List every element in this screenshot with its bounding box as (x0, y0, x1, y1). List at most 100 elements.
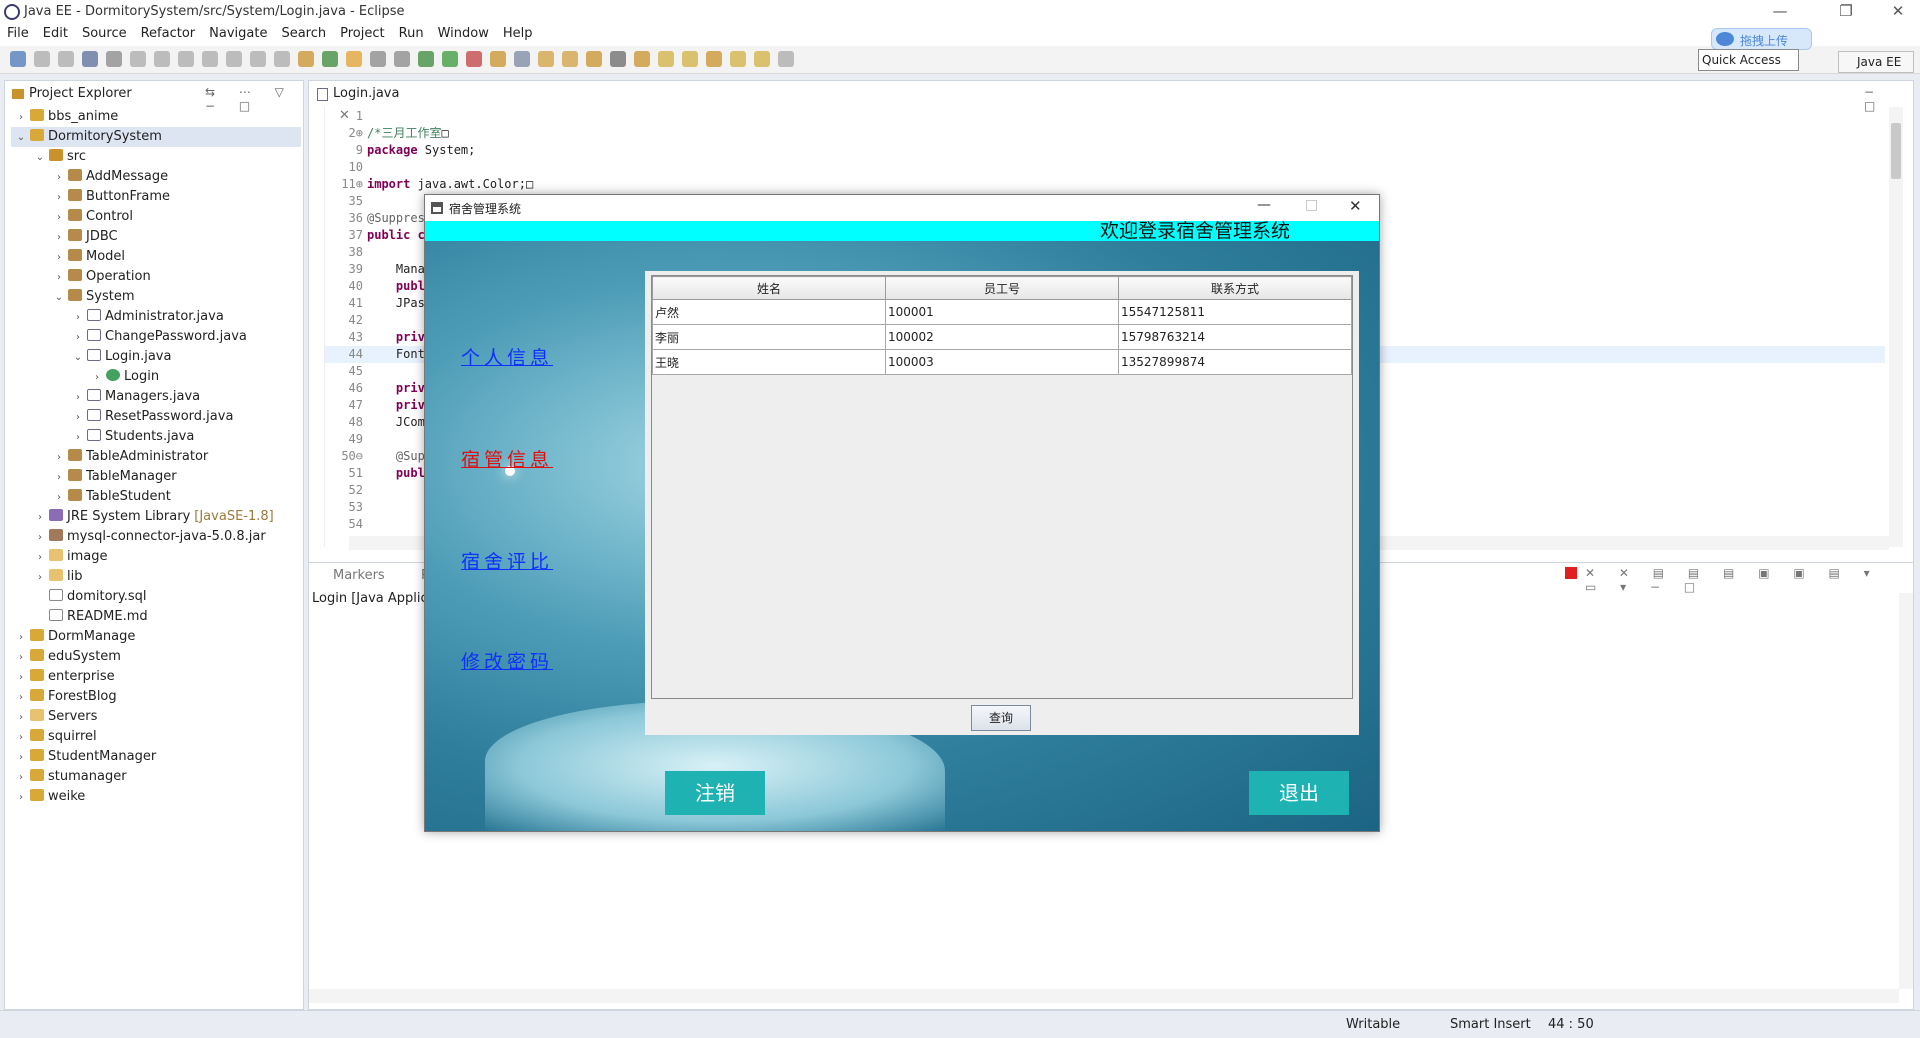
chevron-right-icon[interactable]: › (53, 168, 65, 188)
toolbar-icon[interactable] (754, 51, 770, 67)
chevron-right-icon[interactable]: › (15, 708, 27, 728)
table-cell[interactable]: 100001 (885, 299, 1119, 325)
chevron-right-icon[interactable]: › (72, 328, 84, 348)
menu-help[interactable]: Help (496, 24, 540, 44)
chevron-down-icon[interactable]: ⌄ (15, 128, 27, 148)
toolbar-icon[interactable] (442, 51, 458, 67)
console-horizontal-scrollbar[interactable] (309, 989, 1899, 1003)
chevron-right-icon[interactable]: › (15, 728, 27, 748)
nav-link[interactable]: 修改密码 (461, 647, 553, 674)
toolbar-icon[interactable] (106, 51, 122, 67)
toolbar-icon[interactable] (514, 51, 530, 67)
toolbar-icon[interactable] (346, 51, 362, 67)
chevron-right-icon[interactable]: › (34, 528, 46, 548)
toolbar-icon[interactable] (706, 51, 722, 67)
menu-navigate[interactable]: Navigate (202, 24, 274, 44)
menu-source[interactable]: Source (75, 24, 134, 44)
chevron-right-icon[interactable]: › (72, 308, 84, 328)
toolbar-icon[interactable] (274, 51, 290, 67)
toolbar-icon[interactable] (250, 51, 266, 67)
console-toolbar-icons[interactable]: ✕ ✕ ▤ ▤ ▤ ▣ ▣ ▤ ▾ ▭ ▾ − □ (1585, 566, 1913, 594)
tree-item[interactable]: ⌄ src (11, 147, 301, 167)
tree-item[interactable]: › AddMessage (11, 167, 301, 187)
nav-link[interactable]: 宿舍评比 (461, 547, 553, 574)
menu-run[interactable]: Run (392, 24, 431, 44)
tree-item[interactable]: › Login (11, 367, 301, 387)
chevron-right-icon[interactable]: › (15, 748, 27, 768)
chevron-right-icon[interactable]: › (53, 188, 65, 208)
chevron-down-icon[interactable]: ⌄ (34, 148, 46, 168)
tree-item[interactable]: › Control (11, 207, 301, 227)
toolbar-icon[interactable] (682, 51, 698, 67)
tree-item[interactable]: › lib (11, 567, 301, 587)
terminate-icon[interactable] (1565, 567, 1577, 579)
chevron-right-icon[interactable]: › (53, 268, 65, 288)
project-explorer-tab[interactable]: Project Explorer ✕ (7, 83, 147, 123)
tree-item[interactable]: › JRE System Library [JavaSE-1.8] (11, 507, 301, 527)
query-button[interactable]: 查询 (971, 705, 1031, 731)
toolbar-icon[interactable] (634, 51, 650, 67)
toolbar-icon[interactable] (562, 51, 578, 67)
toolbar-icon[interactable] (130, 51, 146, 67)
chevron-right-icon[interactable]: › (34, 568, 46, 588)
chevron-right-icon[interactable]: › (53, 248, 65, 268)
nav-link[interactable]: 宿管信息 (461, 445, 553, 472)
toolbar-icon[interactable] (394, 51, 410, 67)
chevron-right-icon[interactable]: › (15, 648, 27, 668)
chevron-right-icon[interactable]: › (72, 428, 84, 448)
chevron-right-icon[interactable]: › (72, 408, 84, 428)
toolbar-icon[interactable] (658, 51, 674, 67)
table-header[interactable]: 员工号 (885, 276, 1119, 300)
baidu-upload-widget[interactable]: 拖拽上传 (1711, 28, 1812, 50)
toolbar-icon[interactable] (490, 51, 506, 67)
chevron-right-icon[interactable]: › (72, 388, 84, 408)
chevron-right-icon[interactable]: › (53, 208, 65, 228)
tree-item[interactable]: › mysql-connector-java-5.0.8.jar (11, 527, 301, 547)
editor-tab-login[interactable]: Login.java ✕ (311, 83, 419, 123)
chevron-right-icon[interactable]: › (34, 508, 46, 528)
chevron-right-icon[interactable]: › (53, 228, 65, 248)
toolbar-icon[interactable] (10, 51, 26, 67)
chevron-right-icon[interactable]: › (53, 448, 65, 468)
quick-access-input[interactable]: Quick Access (1698, 49, 1799, 71)
table-cell[interactable]: 15798763214 (1118, 324, 1352, 350)
tree-item[interactable]: › ChangePassword.java (11, 327, 301, 347)
minimize-button[interactable]: — (1760, 2, 1800, 22)
toolbar-icon[interactable] (298, 51, 314, 67)
chevron-right-icon[interactable]: › (15, 788, 27, 808)
toolbar-icon[interactable] (730, 51, 746, 67)
toolbar-icon[interactable] (226, 51, 242, 67)
perspective-java-ee[interactable]: Java EE (1838, 51, 1914, 73)
toolbar-icon[interactable] (610, 51, 626, 67)
chevron-right-icon[interactable]: › (15, 768, 27, 788)
tree-item[interactable]: ⌄ DormitorySystem (11, 127, 301, 147)
manager-table[interactable]: 姓名 员工号 联系方式 卢然 100001 15547125811 李丽 100002 157… (651, 275, 1353, 699)
toolbar-icon[interactable] (34, 51, 50, 67)
chevron-right-icon[interactable]: › (34, 548, 46, 568)
close-button[interactable]: ✕ (1878, 2, 1918, 22)
tree-item[interactable]: › ButtonFrame (11, 187, 301, 207)
tree-item[interactable]: domitory.sql (11, 587, 301, 607)
tree-item[interactable]: › JDBC (11, 227, 301, 247)
tree-item[interactable]: › squirrel (11, 727, 301, 747)
table-cell[interactable]: 100003 (885, 349, 1119, 375)
toolbar-icon[interactable] (538, 51, 554, 67)
table-cell[interactable]: 李丽 (652, 324, 886, 350)
tree-item[interactable]: › enterprise (11, 667, 301, 687)
toolbar-icon[interactable] (202, 51, 218, 67)
maximize-button[interactable]: ❐ (1826, 2, 1866, 22)
toolbar-icon[interactable] (82, 51, 98, 67)
code-line[interactable]: 10 (325, 159, 1885, 176)
menu-search[interactable]: Search (274, 24, 333, 44)
table-header[interactable]: 姓名 (652, 276, 886, 300)
chevron-right-icon[interactable]: › (15, 688, 27, 708)
tree-item[interactable]: › DormManage (11, 627, 301, 647)
editor-vertical-scrollbar[interactable] (1889, 107, 1903, 547)
tree-item[interactable]: › Model (11, 247, 301, 267)
toolbar-icon[interactable] (154, 51, 170, 67)
table-row[interactable]: 李丽 100002 15798763214 (652, 324, 1352, 350)
tree-item[interactable]: › StudentManager (11, 747, 301, 767)
tree-item[interactable]: README.md (11, 607, 301, 627)
chevron-right-icon[interactable]: › (91, 368, 103, 388)
tree-item[interactable]: › Students.java (11, 427, 301, 447)
